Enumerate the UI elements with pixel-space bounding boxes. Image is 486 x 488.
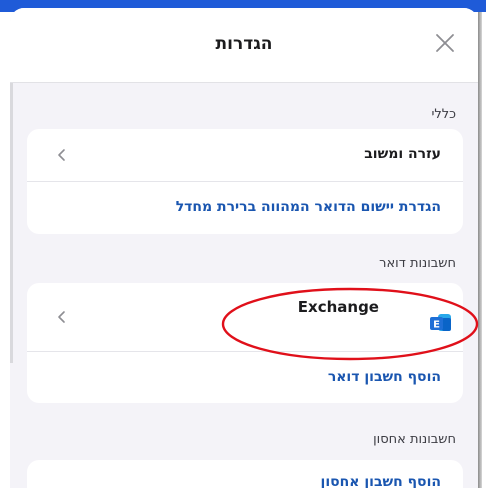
help-feedback-label: עזרה ומשוב	[364, 146, 441, 162]
help-feedback-row[interactable]: עזרה ומשוב	[27, 129, 463, 181]
page-title: הגדרות	[215, 34, 273, 54]
settings-header: הגדרות	[10, 8, 478, 83]
chevron-left-icon	[58, 149, 65, 161]
exchange-logo-icon: E	[430, 314, 451, 331]
sheet-edge-shadow	[478, 12, 482, 488]
chevron-left-icon	[58, 311, 65, 323]
add-storage-account-row[interactable]: הוסף חשבון אחסון	[27, 460, 463, 488]
settings-sheet: הגדרות כללי עזרה ומשוב הגדרת יישום הדואר…	[10, 8, 478, 488]
exchange-account-row[interactable]: Exchange E	[27, 283, 463, 350]
section-label-general: כללי	[431, 107, 456, 122]
general-card: עזרה ומשוב הגדרת יישום הדואר המהווה בריר…	[27, 129, 463, 234]
exchange-account-name: Exchange	[297, 298, 379, 316]
scroll-rail	[10, 83, 13, 363]
storage-accounts-card: הוסף חשבון אחסון	[27, 460, 463, 488]
add-mail-account-row[interactable]: הוסף חשבון דואר	[27, 352, 463, 403]
default-mail-app-row[interactable]: הגדרת יישום הדואר המהווה ברירת מחדל	[27, 182, 463, 234]
section-label-mail-accounts: חשבונות דואר	[379, 256, 456, 271]
add-storage-account-link[interactable]: הוסף חשבון אחסון	[321, 474, 441, 488]
close-icon[interactable]	[430, 28, 460, 58]
add-mail-account-link[interactable]: הוסף חשבון דואר	[328, 369, 441, 385]
exchange-logo-letter: E	[433, 319, 440, 330]
default-mail-app-link[interactable]: הגדרת יישום הדואר המהווה ברירת מחדל	[176, 199, 441, 215]
section-label-storage-accounts: חשבונות אחסון	[373, 432, 456, 447]
mail-accounts-card: Exchange E הוסף חשבון דואר	[27, 283, 463, 403]
